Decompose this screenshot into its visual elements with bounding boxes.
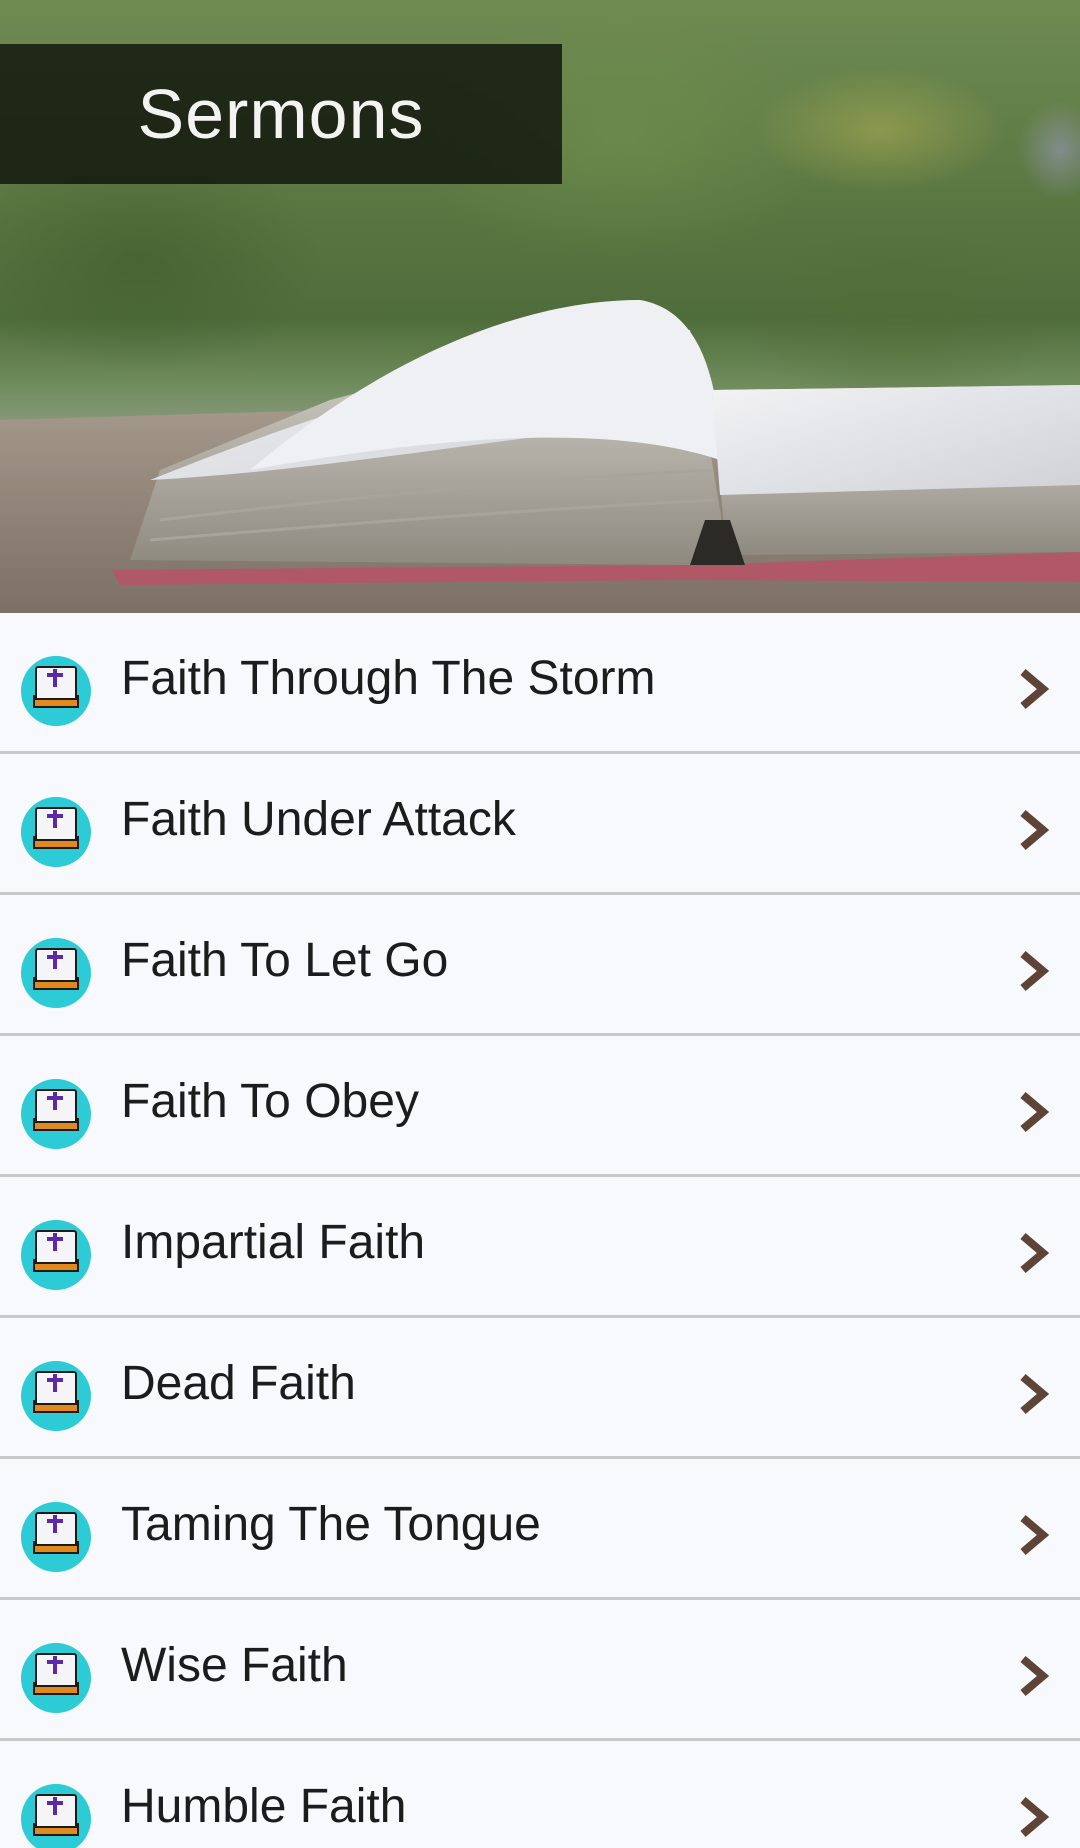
row-chevron	[1017, 1653, 1051, 1699]
chevron-right-icon	[1020, 668, 1050, 710]
chevron-right-icon	[1020, 1232, 1050, 1274]
bible-icon	[21, 938, 91, 1008]
row-chevron	[1017, 666, 1051, 712]
list-item[interactable]: Taming The Tongue	[0, 1459, 1080, 1600]
chevron-right-icon	[1020, 1655, 1050, 1697]
bible-icon	[21, 1784, 91, 1848]
row-icon	[20, 1783, 92, 1848]
row-chevron	[1017, 1371, 1051, 1417]
list-item[interactable]: Dead Faith	[0, 1318, 1080, 1459]
row-chevron	[1017, 1794, 1051, 1840]
bible-icon	[21, 1079, 91, 1149]
list-item-label: Taming The Tongue	[121, 1498, 541, 1551]
list-item-label: Wise Faith	[121, 1639, 348, 1692]
sermons-screen: Sermons Faith Through The Storm Faith Un…	[0, 0, 1080, 1848]
bible-icon	[21, 1220, 91, 1290]
row-icon	[20, 937, 92, 1009]
row-chevron	[1017, 1089, 1051, 1135]
row-icon	[20, 796, 92, 868]
chevron-right-icon	[1020, 950, 1050, 992]
list-item[interactable]: Faith Through The Storm	[0, 613, 1080, 754]
list-item[interactable]: Wise Faith	[0, 1600, 1080, 1741]
bible-icon	[21, 1361, 91, 1431]
row-icon	[20, 1219, 92, 1291]
row-icon	[20, 1501, 92, 1573]
chevron-right-icon	[1020, 1796, 1050, 1838]
row-chevron	[1017, 948, 1051, 994]
title-plate: Sermons	[0, 44, 562, 184]
list-item-label: Impartial Faith	[121, 1216, 426, 1269]
list-item-label: Faith Under Attack	[121, 793, 516, 846]
chevron-right-icon	[1020, 809, 1050, 851]
list-item-label: Humble Faith	[121, 1780, 407, 1833]
row-icon	[20, 655, 92, 727]
bible-icon	[21, 656, 91, 726]
list-item-label: Faith To Obey	[121, 1075, 419, 1128]
list-item[interactable]: Impartial Faith	[0, 1177, 1080, 1318]
chevron-right-icon	[1020, 1514, 1050, 1556]
row-chevron	[1017, 1512, 1051, 1558]
row-chevron	[1017, 807, 1051, 853]
list-item-label: Faith Through The Storm	[121, 652, 656, 705]
chevron-right-icon	[1020, 1091, 1050, 1133]
list-item[interactable]: Faith To Obey	[0, 1036, 1080, 1177]
row-icon	[20, 1078, 92, 1150]
bible-icon	[21, 1502, 91, 1572]
chevron-right-icon	[1020, 1373, 1050, 1415]
row-chevron	[1017, 1230, 1051, 1276]
list-item-label: Faith To Let Go	[121, 934, 449, 987]
list-item[interactable]: Humble Faith	[0, 1741, 1080, 1848]
sermon-list: Faith Through The Storm Faith Under Atta…	[0, 613, 1080, 1848]
list-item[interactable]: Faith Under Attack	[0, 754, 1080, 895]
row-icon	[20, 1642, 92, 1714]
hero-banner: Sermons	[0, 0, 1080, 613]
row-icon	[20, 1360, 92, 1432]
bible-icon	[21, 797, 91, 867]
list-item[interactable]: Faith To Let Go	[0, 895, 1080, 1036]
page-title: Sermons	[137, 75, 425, 153]
list-item-label: Dead Faith	[121, 1357, 356, 1410]
bible-icon	[21, 1643, 91, 1713]
